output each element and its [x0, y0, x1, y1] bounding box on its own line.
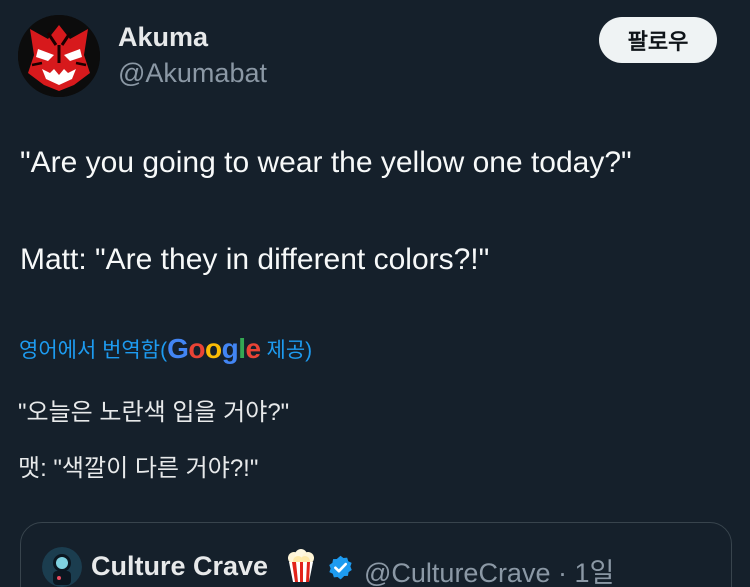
red-demon-mask-avatar-icon [18, 15, 100, 97]
tweet-text-line: Matt: "Are they in different colors?!" [20, 243, 490, 276]
tweet-text-line: "Are you going to wear the yellow one to… [20, 146, 632, 179]
quoted-author-avatar[interactable] [42, 547, 82, 587]
astronaut-avatar-icon [42, 547, 82, 587]
translation-suffix: 제공) [266, 339, 313, 362]
tweet-detail: Akuma @Akumabat 팔로우 "Are you going to we… [0, 0, 750, 587]
translated-text: "오늘은 노란색 입을 거야?" 맷: "색깔이 다른 거야?!" [18, 392, 730, 482]
google-logo: Google [167, 333, 261, 364]
author-handle[interactable]: @Akumabat [118, 58, 267, 89]
popcorn-icon [288, 549, 314, 582]
author-avatar[interactable] [18, 15, 100, 97]
translation-credit-link[interactable]: 영어에서 번역함( Google 제공) [19, 334, 312, 364]
translated-text-line: "오늘은 노란색 입을 거야?" [18, 399, 290, 426]
tweet-text: "Are you going to wear the yellow one to… [20, 145, 730, 278]
translated-text-line: 맷: "색깔이 다른 거야?!" [18, 455, 259, 482]
follow-button[interactable]: 팔로우 [599, 17, 717, 63]
quoted-display-name[interactable]: Culture Crave [91, 551, 268, 582]
verified-badge-icon [329, 555, 352, 580]
quoted-tweet-card[interactable]: Culture Crave @CultureCrave · 1일 [20, 522, 732, 587]
translation-prefix: 영어에서 번역함( [19, 339, 168, 362]
quoted-handle-time[interactable]: @CultureCrave · 1일 [364, 551, 614, 587]
author-display-name[interactable]: Akuma [118, 22, 208, 53]
